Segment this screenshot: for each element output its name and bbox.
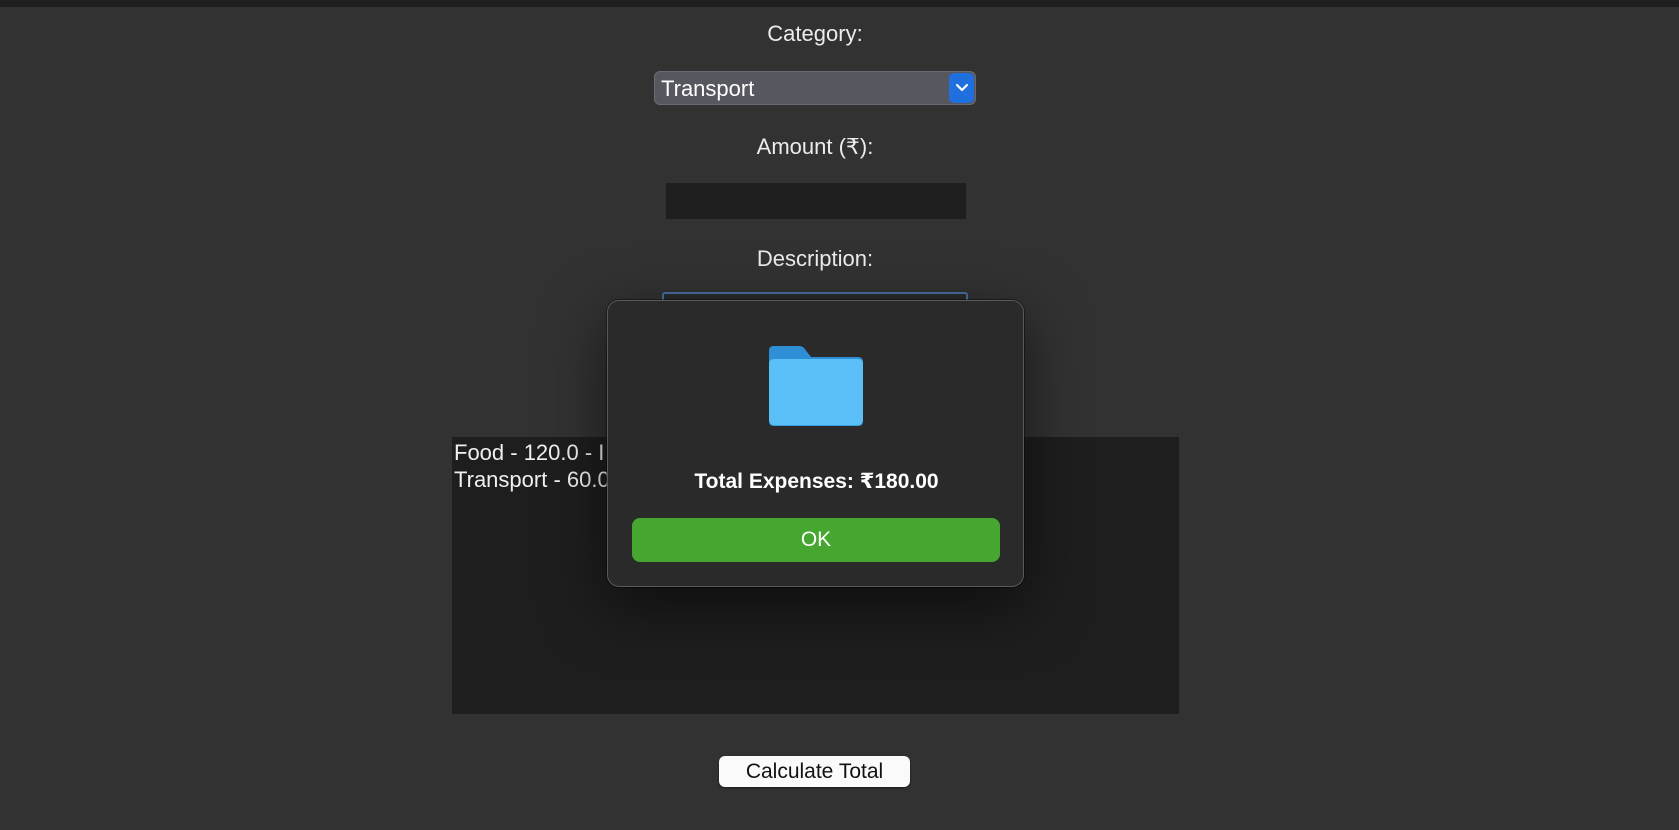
description-label: Description: (756, 246, 874, 271)
folder-icon (769, 346, 863, 426)
amount-label: Amount (₹): (756, 134, 874, 159)
dialog-message: Total Expenses: ₹180.00 (694, 470, 939, 493)
amount-input[interactable] (666, 183, 966, 219)
category-select-value: Transport (661, 76, 755, 101)
category-label: Category: (767, 21, 863, 46)
calculate-total-button[interactable]: Calculate Total (719, 756, 910, 787)
ok-button[interactable]: OK (632, 518, 1000, 562)
total-expenses-dialog: Total Expenses: ₹180.00 OK (607, 300, 1024, 587)
window-top-bar (0, 0, 1679, 7)
chevron-down-icon[interactable] (949, 73, 974, 103)
category-select[interactable]: Transport (654, 71, 976, 105)
list-item[interactable]: Transport - 60.0 (454, 467, 610, 493)
list-item[interactable]: Food - 120.0 - I (454, 440, 604, 466)
